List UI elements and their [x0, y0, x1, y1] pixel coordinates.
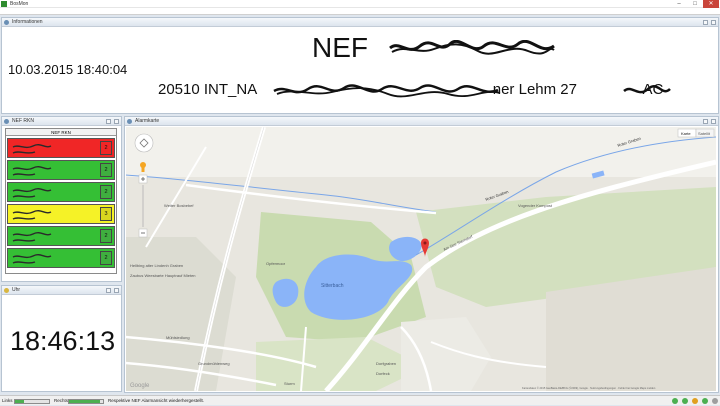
map-icon	[127, 119, 132, 124]
info-panel-header: Informationen	[2, 18, 718, 27]
panel-close-icon[interactable]	[114, 119, 119, 124]
redaction-scribble	[12, 210, 52, 220]
map-panel-title: Alarmkarte	[135, 118, 160, 124]
title-bar: BosMon – □ ✕	[0, 0, 720, 8]
bell-icon	[4, 288, 9, 293]
panel-close-icon[interactable]	[114, 288, 119, 293]
google-logo: Google	[130, 383, 150, 389]
panel-close-icon[interactable]	[711, 20, 716, 25]
vehicle-row[interactable]: 3	[7, 204, 115, 224]
vehicle-row[interactable]: 2	[7, 248, 115, 268]
map-pan-control	[134, 133, 154, 153]
redaction-scribble	[12, 166, 52, 176]
vehicle-status-number: 3	[100, 207, 112, 221]
app-icon	[1, 1, 7, 7]
clock-time: 18:46:13	[10, 326, 116, 356]
map-label: Weiter Bosbebef	[164, 203, 194, 208]
panel-close-icon[interactable]	[711, 119, 716, 124]
list-icon	[4, 119, 9, 124]
panel-restore-icon[interactable]	[703, 20, 708, 25]
links-level-meter	[14, 399, 50, 404]
status-ok-icon	[702, 398, 708, 404]
minimize-button[interactable]: –	[672, 0, 686, 8]
vehicle-list: NEF RKN 2 2 2 3 2 2	[5, 128, 117, 274]
map-label: Mühlsiedlung	[166, 335, 190, 340]
info-icon	[4, 20, 9, 25]
vehicle-row[interactable]: 2	[7, 160, 115, 180]
list-panel-header: NEF RKN	[2, 117, 121, 126]
map-label: Dorfgraben	[376, 361, 396, 366]
map-label: Zaubus Weesbarte Hauptrauf Mieten	[130, 273, 196, 278]
vehicle-row[interactable]: 2	[7, 226, 115, 246]
panel-restore-icon[interactable]	[106, 288, 111, 293]
status-bar: Links Rechts Respektive NEF Alarmansicht…	[0, 395, 720, 405]
alarm-heading: NEF	[312, 32, 368, 63]
map-label: Sturm	[284, 381, 295, 386]
app-title: BosMon	[10, 1, 29, 7]
status-warning-icon	[692, 398, 698, 404]
map-label: Hellbing alter Lindenh Graben	[130, 263, 183, 268]
redaction-scribble	[12, 232, 52, 242]
alarm-datetime: 10.03.2015 18:40:04	[8, 62, 128, 77]
status-idle-icon	[712, 398, 718, 404]
map-label: Opfermoor	[266, 261, 286, 266]
clock-panel-header: Uhr	[2, 286, 121, 295]
rechts-level-meter	[68, 399, 104, 404]
redaction-scribble	[12, 254, 52, 264]
status-ok-icon	[672, 398, 678, 404]
redaction-scribble	[389, 40, 555, 55]
map-attribution: Kartendaten © 2015 GeoBasis-DE/BKG (©200…	[522, 386, 656, 390]
vehicle-status-number: 2	[100, 185, 112, 199]
panel-restore-icon[interactable]	[106, 119, 111, 124]
menu-bar: DateiBearbeitenAnsichtFensterHilfe	[0, 8, 720, 22]
panel-restore-icon[interactable]	[703, 119, 708, 124]
redaction-scribble	[12, 188, 52, 198]
list-panel-title: NEF RKN	[12, 118, 34, 124]
redaction-scribble	[12, 144, 52, 154]
redaction-scribble	[623, 85, 671, 94]
address-start: 20510 INT_NA	[158, 81, 257, 98]
vehicle-status-number: 2	[100, 141, 112, 155]
vehicle-status-number: 2	[100, 163, 112, 177]
alarm-map[interactable]: Weiter Bosbebef Sitterbach Opfermoor Rot…	[126, 127, 716, 391]
status-ok-icon	[682, 398, 688, 404]
vehicle-status-number: 2	[100, 229, 112, 243]
vehicle-list-header: NEF RKN	[6, 129, 116, 136]
vehicle-row[interactable]: 2	[7, 138, 115, 158]
map-type-satellit-label: Satellit	[698, 131, 711, 136]
map-label: Dorfeck	[376, 371, 390, 376]
info-panel-title: Informationen	[12, 19, 43, 25]
map-label: Sitterbach	[321, 283, 344, 289]
map-panel-header: Alarmkarte	[125, 117, 718, 126]
vehicle-row[interactable]: 2	[7, 182, 115, 202]
redaction-scribble	[273, 84, 501, 98]
clock-panel-title: Uhr	[12, 287, 21, 293]
maximize-button[interactable]: □	[688, 0, 702, 8]
vehicle-status-number: 2	[100, 251, 112, 265]
map-label: Vogender Kompost	[518, 203, 553, 208]
map-type-karte-label: Karte	[681, 131, 691, 136]
map-canvas[interactable]: Weiter Bosbebef Sitterbach Opfermoor Rot…	[126, 127, 716, 391]
close-button[interactable]: ✕	[703, 0, 719, 8]
map-label: Grundmühlenweg	[198, 361, 230, 366]
